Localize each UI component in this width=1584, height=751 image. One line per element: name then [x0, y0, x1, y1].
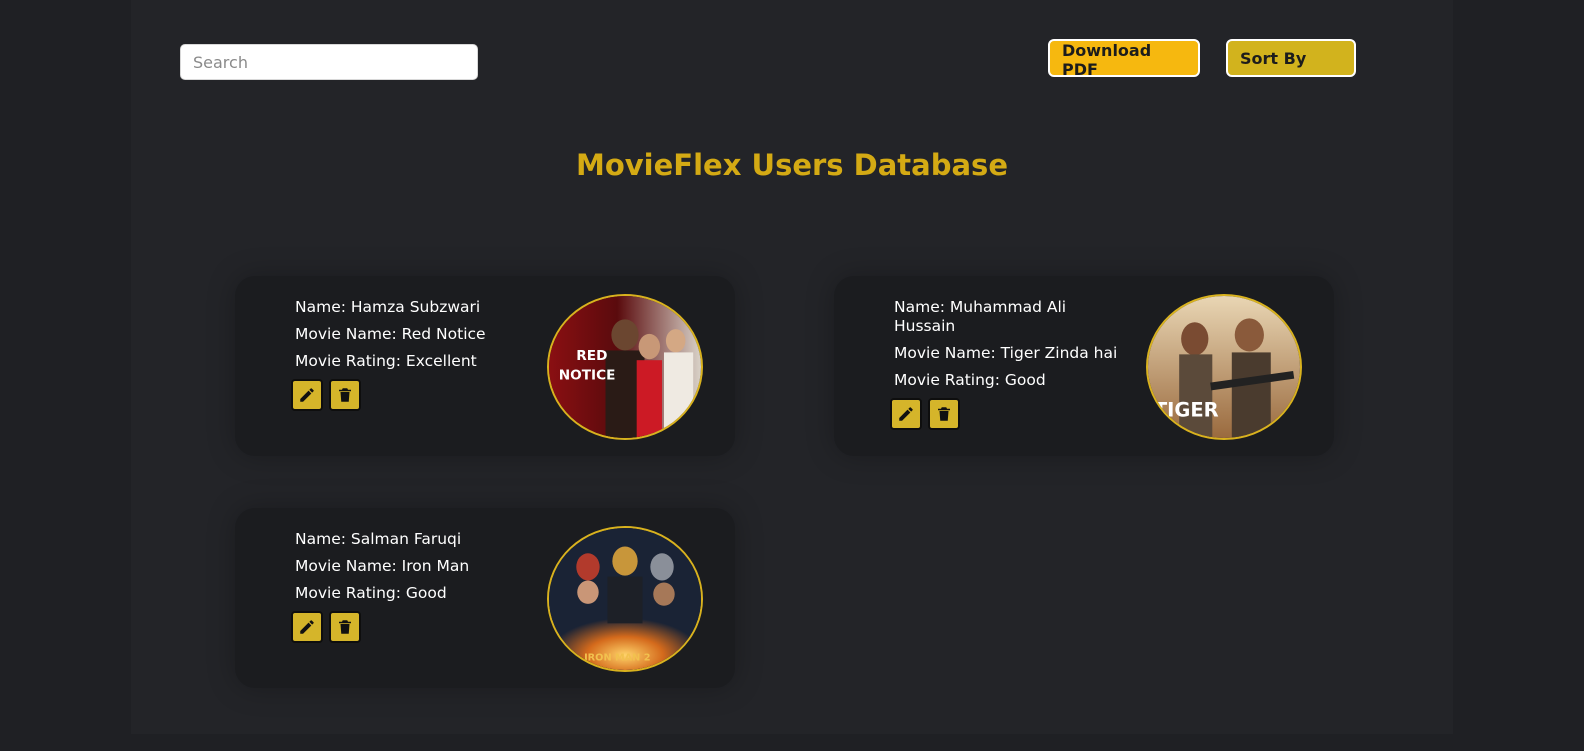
delete-button[interactable]	[928, 398, 960, 430]
edit-button[interactable]	[291, 379, 323, 411]
trash-icon	[938, 407, 950, 421]
movie-poster: RED NOTICE	[547, 294, 703, 440]
card-actions	[890, 398, 1126, 430]
card-actions	[291, 379, 527, 411]
user-name: Name: Hamza Subzwari	[295, 298, 481, 316]
sort-by-button[interactable]: Sort By	[1226, 39, 1356, 77]
trash-icon	[339, 620, 351, 634]
user-card: Name: Muhammad Ali Hussain Movie Name: T…	[834, 276, 1334, 466]
movie-name: Movie Name: Red Notice	[295, 325, 486, 343]
user-name: Name: Muhammad Ali Hussain	[894, 298, 1067, 335]
search-input[interactable]	[180, 44, 478, 80]
card-actions	[291, 611, 527, 643]
user-card: Name: Salman Faruqi Movie Name: Iron Man…	[235, 508, 735, 698]
pencil-icon	[300, 620, 314, 634]
edit-button[interactable]	[890, 398, 922, 430]
user-card: Name: Hamza Subzwari Movie Name: Red Not…	[235, 276, 735, 466]
pencil-icon	[300, 388, 314, 402]
user-info: Name: Muhammad Ali Hussain Movie Name: T…	[890, 298, 1126, 430]
movie-name: Movie Name: Tiger Zinda hai	[894, 344, 1118, 362]
user-name: Name: Salman Faruqi	[295, 530, 462, 548]
user-info: Name: Hamza Subzwari Movie Name: Red Not…	[291, 298, 527, 411]
poster-title-text: NOTICE	[559, 368, 616, 384]
delete-button[interactable]	[329, 379, 361, 411]
poster-title-text: IRON MAN 2	[584, 652, 650, 663]
pencil-icon	[899, 407, 913, 421]
delete-button[interactable]	[329, 611, 361, 643]
movie-poster: IRON MAN 2	[547, 526, 703, 672]
movie-poster: TIGER	[1146, 294, 1302, 440]
movie-rating: Movie Rating: Excellent	[295, 352, 477, 370]
movie-rating: Movie Rating: Good	[295, 584, 447, 602]
edit-button[interactable]	[291, 611, 323, 643]
movie-name: Movie Name: Iron Man	[295, 557, 470, 575]
poster-title-text: RED	[576, 348, 607, 364]
trash-icon	[339, 388, 351, 402]
poster-title-text: TIGER	[1154, 399, 1219, 422]
user-info: Name: Salman Faruqi Movie Name: Iron Man…	[291, 530, 527, 643]
page-title: MovieFlex Users Database	[576, 148, 1008, 182]
movie-rating: Movie Rating: Good	[894, 371, 1046, 389]
download-pdf-button[interactable]: Download PDF	[1048, 39, 1200, 79]
